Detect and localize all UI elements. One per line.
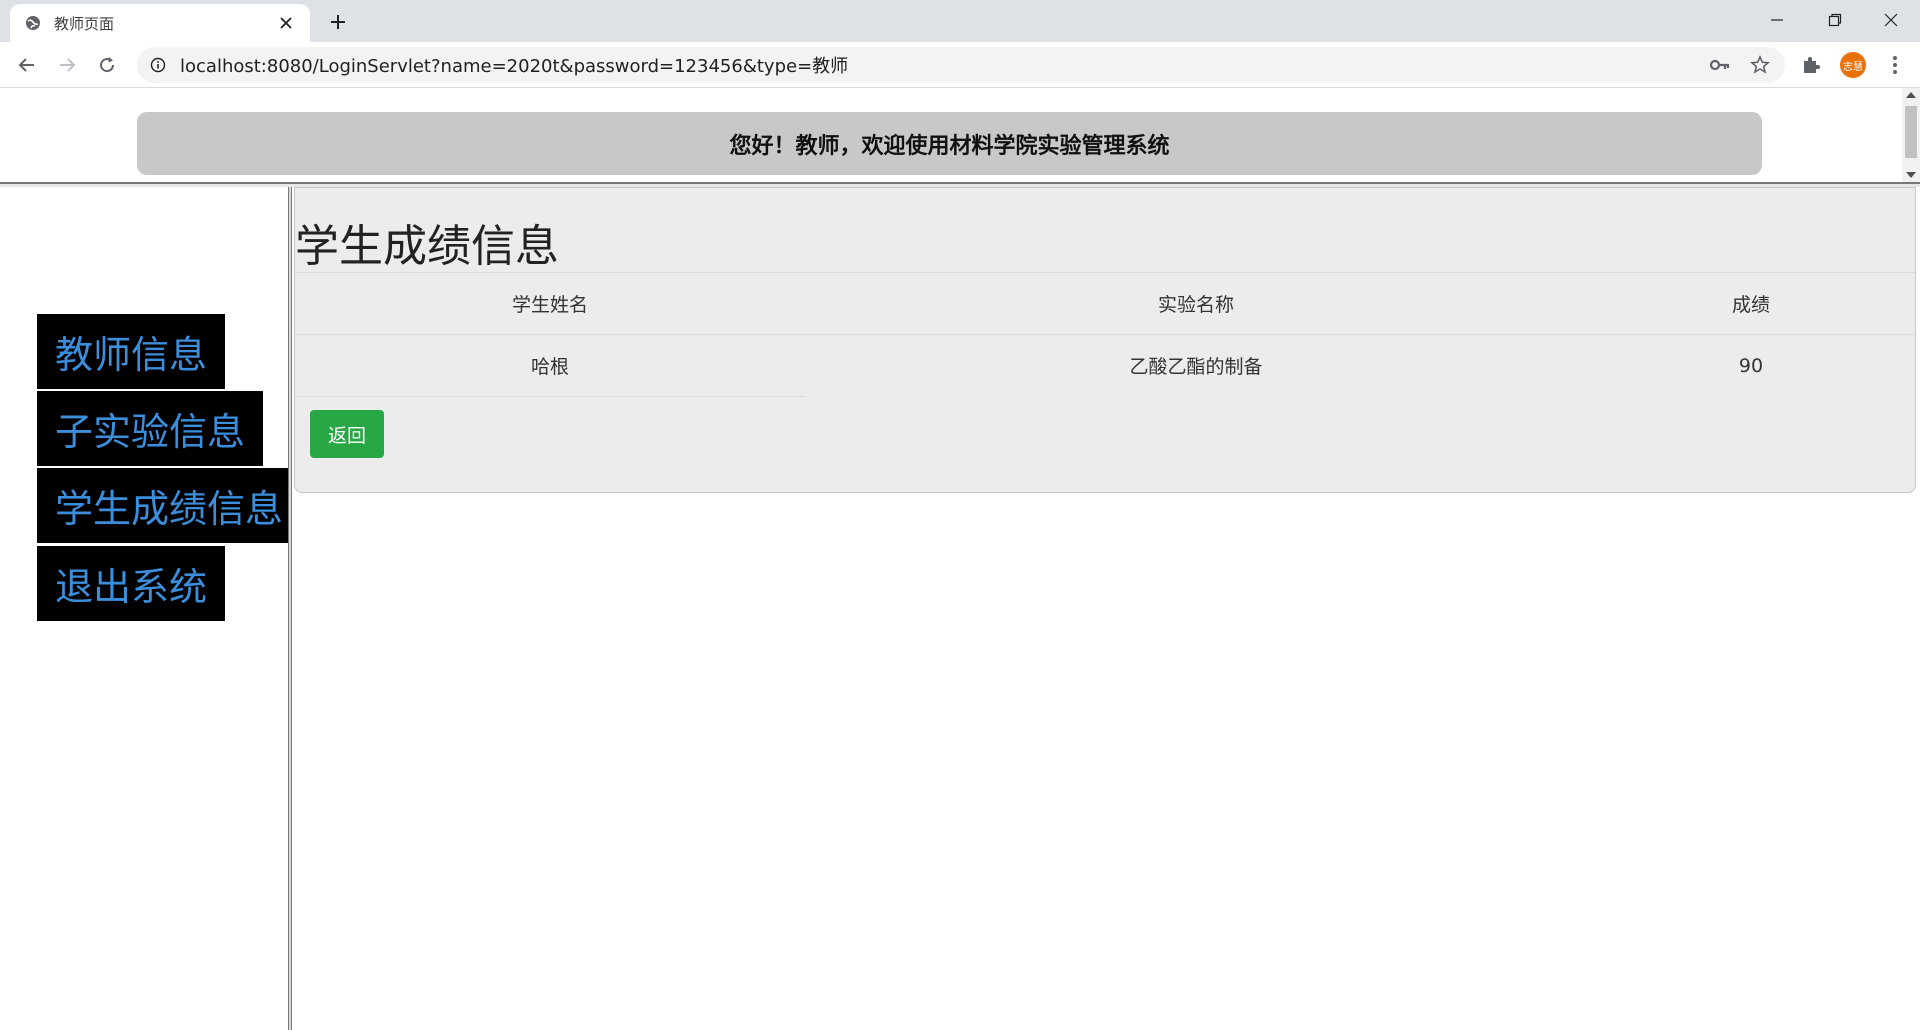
address-bar[interactable]: localhost:8080/LoginServlet?name=2020t&p… <box>137 47 1785 83</box>
tab-title: 教师页面 <box>54 14 115 33</box>
avatar: 志慧 <box>1840 52 1866 78</box>
scores-panel: 学生成绩信息 学生姓名 实验名称 成绩 哈根 乙酸乙酯的制备 90 返回 <box>294 187 1916 493</box>
welcome-banner: 您好！教师，欢迎使用材料学院实验管理系统 <box>137 112 1762 175</box>
column-header-score: 成绩 <box>1731 294 1770 316</box>
reload-icon[interactable] <box>91 49 123 81</box>
profile-avatar[interactable]: 志慧 <box>1837 49 1869 81</box>
row-divider <box>295 396 805 397</box>
minimize-icon[interactable] <box>1748 0 1806 40</box>
sidebar-item-teacher-info[interactable]: 教师信息 <box>37 314 226 389</box>
globe-icon <box>24 14 42 32</box>
browser-tab-active[interactable]: 教师页面 <box>10 4 310 42</box>
window-close-icon[interactable] <box>1862 0 1920 40</box>
browser-tabstrip: 教师页面 <box>0 0 1920 42</box>
page-viewport: 您好！教师，欢迎使用材料学院实验管理系统 教师信息 子实验信息 学生成绩信息 退… <box>0 88 1920 1030</box>
sidebar: 教师信息 子实验信息 学生成绩信息 退出系统 <box>0 187 302 1030</box>
star-icon[interactable] <box>1745 50 1775 80</box>
sidebar-item-logout[interactable]: 退出系统 <box>37 546 226 621</box>
cell-score: 90 <box>1738 354 1764 377</box>
info-icon[interactable] <box>148 55 168 75</box>
puzzle-icon[interactable] <box>1795 49 1827 81</box>
forward-arrow-icon[interactable] <box>51 49 83 81</box>
back-button[interactable]: 返回 <box>310 410 384 458</box>
close-icon[interactable] <box>276 13 296 33</box>
key-icon[interactable] <box>1705 50 1735 80</box>
cell-experiment-name: 乙酸乙酯的制备 <box>1129 356 1263 378</box>
table-row: 哈根 乙酸乙酯的制备 90 <box>295 334 1915 396</box>
page-title: 学生成绩信息 <box>295 221 559 272</box>
table-header-row: 学生姓名 实验名称 成绩 <box>295 272 1915 334</box>
plus-icon[interactable] <box>324 8 352 36</box>
top-frame: 您好！教师，欢迎使用材料学院实验管理系统 <box>0 88 1902 182</box>
scroll-thumb[interactable] <box>1905 106 1917 158</box>
top-frame-scrollbar[interactable] <box>1902 88 1920 182</box>
main-frame: 学生成绩信息 学生姓名 实验名称 成绩 哈根 乙酸乙酯的制备 90 返回 <box>292 187 1920 1030</box>
back-arrow-icon[interactable] <box>11 49 43 81</box>
browser-toolbar: localhost:8080/LoginServlet?name=2020t&p… <box>0 42 1920 88</box>
column-header-student: 学生姓名 <box>511 294 588 316</box>
column-header-experiment: 实验名称 <box>1157 294 1234 316</box>
cell-student-name: 哈根 <box>530 356 569 378</box>
scores-table: 学生姓名 实验名称 成绩 哈根 乙酸乙酯的制备 90 <box>295 272 1915 396</box>
sidebar-item-student-scores[interactable]: 学生成绩信息 <box>37 468 302 543</box>
scroll-down-icon[interactable] <box>1906 172 1916 178</box>
kebab-menu-icon[interactable] <box>1879 49 1911 81</box>
sidebar-item-sub-experiment[interactable]: 子实验信息 <box>37 391 264 466</box>
url-text[interactable]: localhost:8080/LoginServlet?name=2020t&p… <box>180 52 1705 78</box>
restore-icon[interactable] <box>1806 0 1864 40</box>
scroll-up-icon[interactable] <box>1906 92 1916 98</box>
